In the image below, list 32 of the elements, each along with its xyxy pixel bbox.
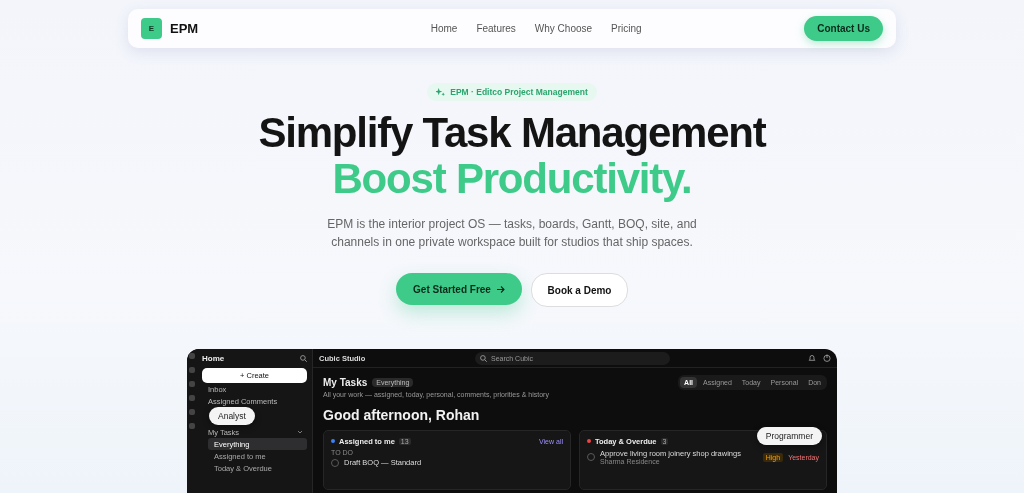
search-icon[interactable] <box>300 354 307 362</box>
logo[interactable]: E <box>141 18 162 39</box>
rail-icon[interactable] <box>189 409 195 415</box>
get-started-button[interactable]: Get Started Free <box>396 273 522 305</box>
nav-link[interactable]: Pricing <box>611 23 642 34</box>
brand-name: EPM <box>170 21 199 36</box>
nav-link[interactable]: Features <box>476 23 516 34</box>
hero-description: EPM is the interior project OS — tasks, boards, Gantt, BOQ, site, and channels in one private workspace built for studios that ship spaces. <box>326 216 698 251</box>
bell-icon[interactable] <box>808 354 816 362</box>
page-title: My Tasks <box>323 377 368 388</box>
nav-link[interactable]: Why Choose <box>534 23 593 34</box>
hero-subtitle: Boost Productivity. <box>332 156 692 202</box>
chevron-icon[interactable] <box>297 429 303 435</box>
rail-icon[interactable] <box>189 423 195 429</box>
book-demo-button[interactable]: Book a Demo <box>531 273 628 307</box>
power-icon[interactable] <box>823 354 831 362</box>
task-checkbox[interactable] <box>331 458 339 467</box>
arrow-icon <box>496 285 505 293</box>
hero-title: Simplify Task Management <box>258 110 766 156</box>
rail-icon[interactable] <box>189 381 195 387</box>
rail-icon[interactable] <box>189 367 195 373</box>
rail-icon[interactable] <box>189 353 195 359</box>
greeting: Good afternoon, Rohan <box>323 407 481 423</box>
sparkle-icon <box>436 87 446 97</box>
badge-text: EPM · Editco Project Management <box>450 87 588 97</box>
role-tooltip: Analyst <box>209 407 255 425</box>
task-checkbox[interactable] <box>587 453 595 461</box>
sidebar-title: Home <box>202 353 225 363</box>
nav-link[interactable]: Home <box>430 23 458 34</box>
rail-icon[interactable] <box>189 395 195 401</box>
contact-button[interactable]: Contact Us <box>804 16 883 41</box>
role-tooltip: Programmer <box>756 427 822 445</box>
